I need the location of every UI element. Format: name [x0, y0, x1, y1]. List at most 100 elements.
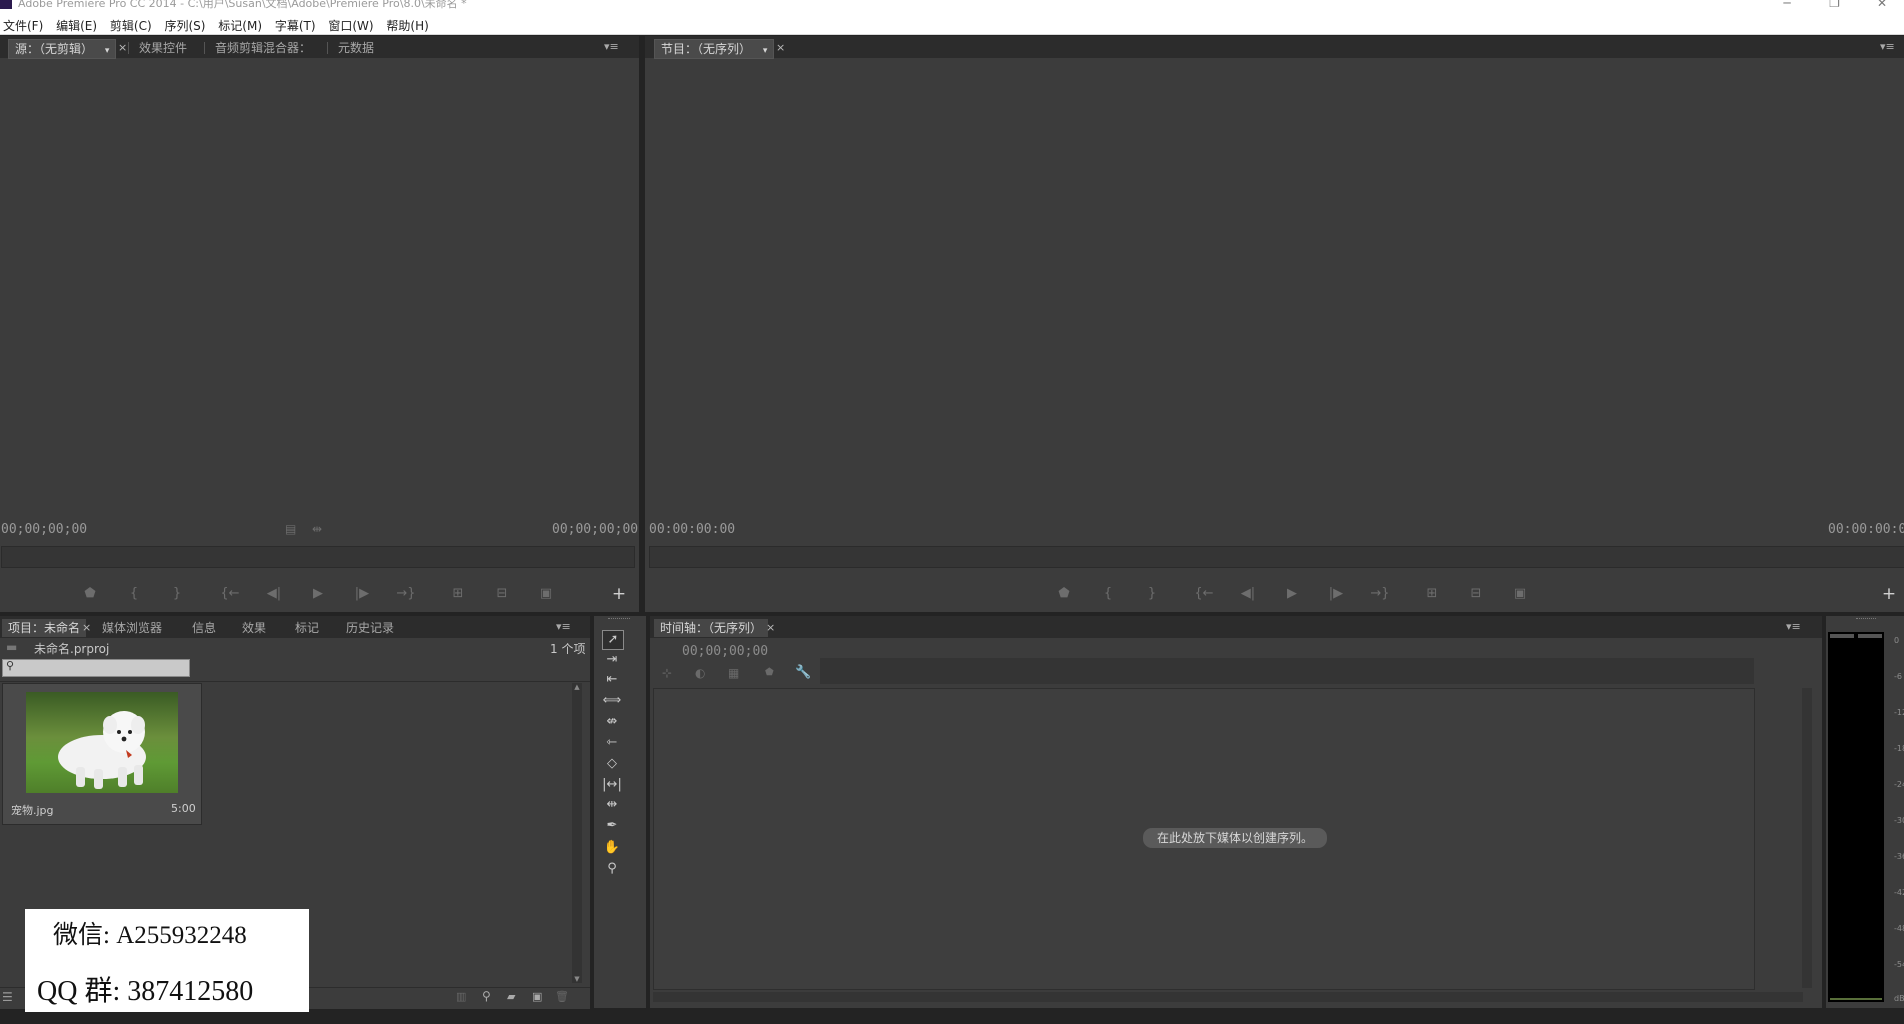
timeline-vscroll[interactable]: [1802, 688, 1812, 988]
selection-tool-icon[interactable]: ➚: [602, 630, 624, 650]
menu-edit[interactable]: 编辑(E): [53, 12, 103, 34]
button-editor-add-icon[interactable]: +: [1875, 584, 1903, 604]
program-panel-menu-icon[interactable]: ▾≡: [1880, 40, 1895, 53]
hand-tool-icon[interactable]: ✋: [602, 839, 622, 857]
new-item-icon[interactable]: ▣: [532, 990, 542, 1003]
minimize-button[interactable]: ─: [1765, 0, 1809, 9]
insert-icon[interactable]: ⊞: [444, 586, 472, 601]
close-project-tab-icon[interactable]: ×: [82, 621, 91, 634]
step-forward-icon[interactable]: |▶: [348, 586, 376, 601]
project-scrollbar[interactable]: ▲ ▼: [572, 683, 582, 983]
fit-icon[interactable]: ▤: [285, 522, 296, 536]
clip-thumbnail[interactable]: [26, 692, 178, 793]
export-frame-icon[interactable]: ▣: [532, 586, 560, 601]
tab-audio-clip-mixer[interactable]: 音频剪辑混合器：: [209, 39, 317, 57]
tab-history[interactable]: 历史记录: [340, 619, 400, 637]
menu-clip[interactable]: 剪辑(C): [107, 12, 158, 34]
mark-in-icon[interactable]: {: [1094, 586, 1122, 601]
close-window-button[interactable]: ✕: [1860, 0, 1904, 9]
premiere-logo-icon: [0, 0, 12, 9]
program-dropdown-icon[interactable]: ▾: [763, 46, 768, 56]
close-source-tab-icon[interactable]: ×: [118, 41, 127, 54]
lift-icon[interactable]: ⊞: [1418, 586, 1446, 601]
go-to-out-icon[interactable]: →}: [1366, 586, 1394, 601]
ripple-edit-tool-icon[interactable]: ⇤: [602, 671, 622, 689]
rate-stretch-tool-icon[interactable]: ⇎: [602, 713, 622, 731]
drag-video-icon[interactable]: ⇹: [312, 522, 322, 536]
tab-project[interactable]: 项目：未命名: [2, 619, 87, 637]
search-input[interactable]: [19, 660, 185, 674]
source-timecode-current[interactable]: 00;00;00;00: [1, 522, 87, 537]
clip-item[interactable]: 宠物.jpg 5:00: [2, 683, 202, 825]
scroll-down-icon[interactable]: ▼: [572, 975, 582, 983]
slip-tool-icon[interactable]: |↔|: [602, 776, 622, 794]
button-editor-add-icon[interactable]: +: [605, 584, 633, 604]
tab-timeline[interactable]: 时间轴：（无序列）: [654, 619, 769, 637]
play-icon[interactable]: ▶: [1278, 586, 1306, 601]
add-edit-icon[interactable]: ▦: [728, 666, 739, 680]
rolling-edit-tool-icon[interactable]: ⟺: [602, 692, 622, 710]
snap-icon[interactable]: ⊹: [662, 666, 672, 680]
menu-sequence[interactable]: 序列(S): [161, 12, 211, 34]
clip-duration: 5:00: [171, 802, 196, 815]
add-marker-timeline-icon[interactable]: ⬟: [765, 667, 774, 678]
slide-tool-icon[interactable]: ⇹: [602, 796, 622, 814]
scroll-up-icon[interactable]: ▲: [572, 683, 582, 691]
program-timecode-current[interactable]: 00:00:00:00: [649, 522, 735, 537]
step-back-icon[interactable]: ◀|: [260, 586, 288, 601]
new-bin-icon[interactable]: ▰: [507, 990, 515, 1003]
menu-help[interactable]: 帮助(H): [383, 12, 434, 34]
wrench-icon[interactable]: 🔧: [795, 665, 811, 680]
menu-title[interactable]: 字幕(T): [272, 12, 322, 34]
tab-metadata[interactable]: 元数据: [332, 39, 380, 57]
automate-to-sequence-icon[interactable]: ▥: [456, 990, 466, 1003]
timeline-timecode[interactable]: 00;00;00;00: [682, 644, 768, 659]
timeline-hscroll[interactable]: [653, 992, 1803, 1002]
mark-out-icon[interactable]: }: [163, 586, 191, 601]
menu-window[interactable]: 窗口(W): [325, 12, 379, 34]
export-frame-icon[interactable]: ▣: [1506, 586, 1534, 601]
close-timeline-tab-icon[interactable]: ×: [766, 621, 775, 634]
project-panel-menu-icon[interactable]: ▾≡: [556, 620, 571, 633]
overwrite-icon[interactable]: ⊟: [488, 586, 516, 601]
extract-icon[interactable]: ⊟: [1462, 586, 1490, 601]
meter-tick: 0: [1894, 636, 1900, 645]
mark-out-icon[interactable]: }: [1138, 586, 1166, 601]
tab-source[interactable]: 源：（无剪辑） ▾: [8, 39, 117, 59]
mark-in-icon[interactable]: {: [120, 586, 148, 601]
razor-blade-icon[interactable]: ◇: [602, 755, 622, 773]
time-ruler[interactable]: [820, 658, 1754, 684]
add-marker-icon[interactable]: ⬟: [1050, 586, 1078, 601]
maximize-button[interactable]: ❐: [1813, 0, 1857, 9]
play-icon[interactable]: ▶: [304, 586, 332, 601]
track-select-tool-icon[interactable]: ⇥: [602, 651, 622, 669]
panel-menu-icon[interactable]: ▾≡: [604, 40, 619, 53]
timeline-panel-menu-icon[interactable]: ▾≡: [1786, 620, 1801, 633]
go-to-out-icon[interactable]: →}: [392, 586, 420, 601]
search-field[interactable]: ⚲: [2, 659, 190, 677]
add-marker-icon[interactable]: ⬟: [76, 586, 104, 601]
menu-marker[interactable]: 标记(M): [215, 12, 268, 34]
zoom-tool-icon[interactable]: ⚲: [602, 860, 622, 878]
program-scrub-bar[interactable]: [649, 546, 1904, 568]
pen-tool-icon[interactable]: ✒: [602, 817, 622, 835]
tab-effect-controls[interactable]: 效果控件: [133, 39, 193, 57]
go-to-in-icon[interactable]: {←: [1190, 586, 1218, 601]
tab-info[interactable]: 信息: [186, 619, 222, 637]
step-forward-icon[interactable]: |▶: [1322, 586, 1350, 601]
razor-tool-icon[interactable]: ⇽: [602, 734, 622, 752]
source-dropdown-icon[interactable]: ▾: [105, 46, 110, 56]
source-scrub-bar[interactable]: [1, 546, 635, 568]
tab-media-browser[interactable]: 媒体浏览器: [96, 619, 168, 637]
tab-effects[interactable]: 效果: [236, 619, 272, 637]
menu-file[interactable]: 文件(F): [0, 12, 49, 34]
go-to-in-icon[interactable]: {←: [216, 586, 244, 601]
tab-markers[interactable]: 标记: [289, 619, 325, 637]
step-back-icon[interactable]: ◀|: [1234, 586, 1262, 601]
tab-program[interactable]: 节目：（无序列） ▾: [654, 39, 775, 59]
find-icon[interactable]: ⚲: [482, 989, 491, 1003]
list-view-icon[interactable]: ☰: [2, 990, 13, 1004]
close-program-tab-icon[interactable]: ×: [776, 41, 785, 54]
linked-selection-icon[interactable]: ◐: [695, 666, 705, 680]
clear-icon[interactable]: 🗑: [555, 990, 569, 1003]
